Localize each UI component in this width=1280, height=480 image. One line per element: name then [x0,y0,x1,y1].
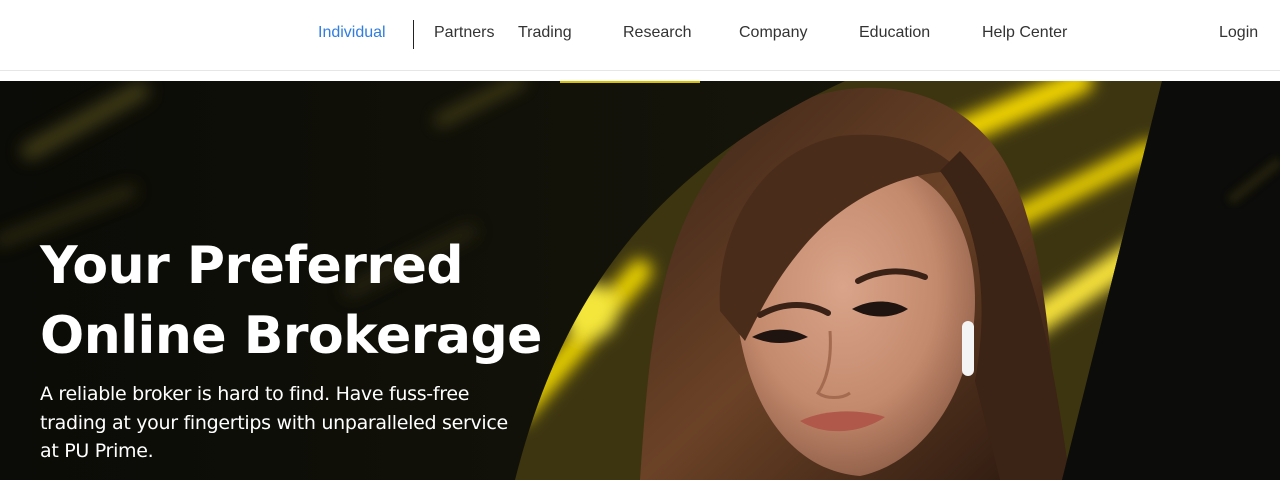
header-spacer [0,71,1280,81]
top-navigation-bar: Individual Partners Trading Research Com… [0,0,1280,71]
nav-item-individual[interactable]: Individual [318,24,386,42]
nav-divider [413,20,414,49]
hero-subtitle: A reliable broker is hard to find. Have … [40,383,508,462]
nav-item-company[interactable]: Company [739,24,807,42]
nav-item-partners[interactable]: Partners [434,24,494,42]
nav-item-research[interactable]: Research [623,24,691,42]
nav-item-education[interactable]: Education [859,24,930,42]
nav-item-help-center[interactable]: Help Center [982,24,1067,42]
login-link[interactable]: Login [1219,24,1258,42]
nav-item-trading[interactable]: Trading [518,24,572,42]
hero-title: Your Preferred Online Brokerage [40,231,542,371]
hero-title-line-2: Online Brokerage [40,306,542,366]
hero-title-line-1: Your Preferred [40,236,464,296]
hero-banner: Your Preferred Online Brokerage A reliab… [0,81,1280,480]
